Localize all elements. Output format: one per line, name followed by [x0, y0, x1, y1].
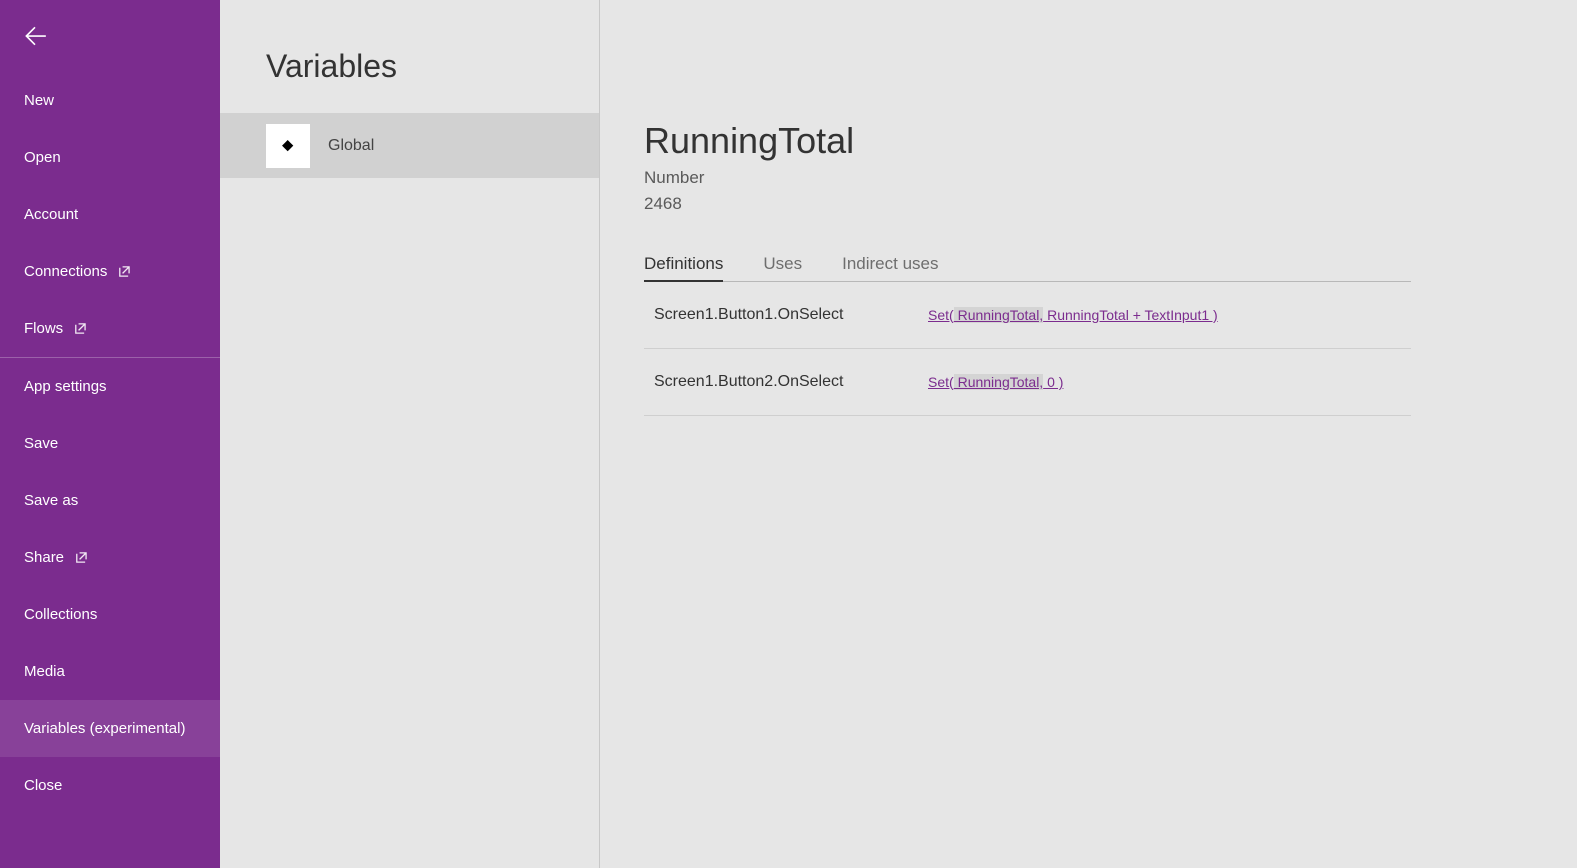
- nav-item-open[interactable]: Open: [0, 129, 220, 186]
- tab-definitions[interactable]: Definitions: [644, 254, 723, 282]
- back-arrow-icon: [22, 23, 48, 49]
- nav-item-label: Account: [24, 206, 78, 223]
- variable-name: RunningTotal: [644, 120, 1577, 162]
- nav-item-label: Save: [24, 435, 58, 452]
- definitions-table: Screen1.Button1.OnSelect Set( RunningTota…: [644, 282, 1411, 416]
- formula-pre: Set(: [928, 307, 954, 323]
- scope-list: Global: [220, 113, 599, 178]
- global-scope-icon: [266, 124, 310, 168]
- nav-item-label: New: [24, 92, 54, 109]
- nav-item-flows[interactable]: Flows: [0, 300, 220, 357]
- variable-value: 2468: [644, 194, 1577, 214]
- nav-item-label: Connections: [24, 263, 107, 280]
- nav-item-label: Close: [24, 777, 62, 794]
- scope-item-label: Global: [328, 137, 374, 155]
- formula-post: RunningTotal + TextInput1 ): [1043, 307, 1217, 323]
- definition-path: Screen1.Button1.OnSelect: [654, 306, 918, 324]
- nav-item-share[interactable]: Share: [0, 529, 220, 586]
- nav-item-app-settings[interactable]: App settings: [0, 358, 220, 415]
- external-link-icon: [74, 551, 87, 564]
- nav-item-label: Save as: [24, 492, 78, 509]
- nav-item-variables-experimental-[interactable]: Variables (experimental): [0, 700, 220, 757]
- back-button[interactable]: [0, 0, 220, 72]
- tab-indirect-uses[interactable]: Indirect uses: [842, 254, 938, 281]
- detail-tabs: Definitions Uses Indirect uses: [644, 254, 1411, 282]
- definition-row: Screen1.Button2.OnSelect Set( RunningTota…: [644, 349, 1411, 416]
- nav-item-save[interactable]: Save: [0, 415, 220, 472]
- tab-uses[interactable]: Uses: [763, 254, 802, 281]
- file-menu-sidebar: New Open Account Connections Flows App settin…: [0, 0, 220, 868]
- external-link-icon: [73, 322, 86, 335]
- external-link-icon: [117, 265, 130, 278]
- formula-highlight: RunningTotal,: [954, 374, 1044, 390]
- nav-list: New Open Account Connections Flows App settin…: [0, 72, 220, 814]
- nav-item-collections[interactable]: Collections: [0, 586, 220, 643]
- nav-item-connections[interactable]: Connections: [0, 243, 220, 300]
- nav-item-label: Collections: [24, 606, 97, 623]
- definition-row: Screen1.Button1.OnSelect Set( RunningTota…: [644, 282, 1411, 349]
- nav-item-label: Flows: [24, 320, 63, 337]
- definition-path: Screen1.Button2.OnSelect: [654, 373, 918, 391]
- formula-post: 0 ): [1043, 374, 1063, 390]
- variables-column: Variables Global: [220, 0, 600, 868]
- formula-highlight: RunningTotal,: [954, 307, 1044, 323]
- nav-item-account[interactable]: Account: [0, 186, 220, 243]
- nav-item-label: App settings: [24, 378, 107, 395]
- nav-item-label: Open: [24, 149, 61, 166]
- nav-item-media[interactable]: Media: [0, 643, 220, 700]
- variable-type: Number: [644, 168, 1577, 188]
- definition-formula-link[interactable]: Set( RunningTotal, RunningTotal + TextIn…: [928, 307, 1218, 323]
- column-title: Variables: [220, 0, 599, 113]
- nav-item-label: Variables (experimental): [24, 720, 185, 737]
- formula-pre: Set(: [928, 374, 954, 390]
- nav-item-label: Share: [24, 549, 64, 566]
- scope-item-global[interactable]: Global: [220, 113, 599, 178]
- variable-detail-pane: RunningTotal Number 2468 Definitions Uses…: [600, 0, 1577, 868]
- nav-item-close[interactable]: Close: [0, 757, 220, 814]
- nav-item-new[interactable]: New: [0, 72, 220, 129]
- definition-formula-link[interactable]: Set( RunningTotal, 0 ): [928, 374, 1063, 390]
- nav-item-save-as[interactable]: Save as: [0, 472, 220, 529]
- nav-item-label: Media: [24, 663, 65, 680]
